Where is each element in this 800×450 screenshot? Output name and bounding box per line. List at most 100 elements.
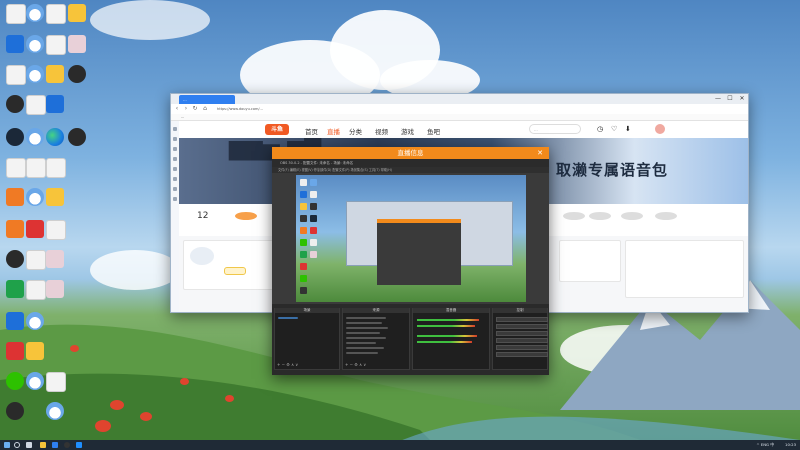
quick-item[interactable] <box>589 212 611 220</box>
nav-video[interactable]: 视频 <box>375 126 388 136</box>
bookmarks-bar[interactable]: ... <box>171 114 748 121</box>
document-icon[interactable] <box>46 35 66 55</box>
game-icon[interactable] <box>46 188 64 206</box>
sources-dock[interactable]: 来源 + − ⚙ ∧ ∨ <box>342 308 410 370</box>
search-icon[interactable] <box>14 442 20 448</box>
wechat-icon[interactable] <box>6 372 24 390</box>
site-search-input[interactable]: ... <box>529 124 581 134</box>
document-icon[interactable] <box>46 4 66 24</box>
nav-home[interactable]: 首页 <box>305 126 318 136</box>
nav-game[interactable]: 游戏 <box>401 126 414 136</box>
refresh-icon[interactable]: ↻ <box>191 105 199 113</box>
browser-tab[interactable]: ... <box>179 95 235 104</box>
task-view-icon[interactable] <box>26 442 32 448</box>
source-item[interactable] <box>346 322 382 324</box>
document-icon[interactable] <box>46 158 66 178</box>
cloud-icon[interactable] <box>26 4 44 22</box>
obs-menubar[interactable]: 文件(F) 编辑(E) 视图(V) 停靠部件(D) 配置文件(P) 场景集合(S… <box>272 167 549 173</box>
sidebar-icon[interactable] <box>173 137 177 141</box>
steam-icon[interactable] <box>6 128 24 146</box>
app-icon[interactable] <box>46 280 64 298</box>
source-toolbar[interactable]: + − ⚙ ∧ ∨ <box>345 362 366 367</box>
sidebar-icon[interactable] <box>173 167 177 171</box>
sidebar-icon[interactable] <box>173 147 177 151</box>
quick-item[interactable] <box>563 212 585 220</box>
nav-category[interactable]: 分类 <box>349 126 362 136</box>
maximize-button[interactable]: ☐ <box>724 94 736 104</box>
start-recording-button[interactable] <box>496 324 548 329</box>
app-icon[interactable] <box>68 35 86 53</box>
recycle-bin-icon[interactable] <box>6 65 26 85</box>
follow-icon[interactable]: ♡ <box>611 125 617 133</box>
qq-icon[interactable] <box>6 250 24 268</box>
start-icon[interactable] <box>4 442 10 448</box>
home-icon[interactable]: ⌂ <box>201 105 209 113</box>
app-icon[interactable] <box>26 95 46 115</box>
site-logo[interactable]: 斗鱼 <box>265 124 289 135</box>
scenes-dock[interactable]: 场景 + − ⚙ ∧ ∨ <box>274 308 340 370</box>
exit-button[interactable] <box>496 352 548 357</box>
source-item[interactable] <box>346 347 384 349</box>
spreadsheet-icon[interactable] <box>26 280 46 300</box>
back-icon[interactable]: ‹ <box>173 105 181 113</box>
app-icon[interactable] <box>6 188 24 206</box>
warning-icon[interactable] <box>46 220 66 240</box>
clock[interactable]: 10:23 <box>785 440 796 450</box>
source-item[interactable] <box>346 337 386 339</box>
settings-button[interactable] <box>496 345 548 350</box>
document-icon[interactable] <box>6 4 26 24</box>
xbox-icon[interactable] <box>68 128 86 146</box>
close-icon[interactable]: ✕ <box>535 147 545 159</box>
cloud-icon[interactable] <box>46 402 64 420</box>
avatar[interactable] <box>655 124 665 134</box>
app-icon[interactable] <box>6 220 24 238</box>
live-card[interactable] <box>559 240 621 282</box>
cloud-icon[interactable] <box>26 65 44 83</box>
document-icon[interactable] <box>46 372 66 392</box>
system-tray[interactable]: ^ ENG 中 <box>756 440 774 450</box>
quick-item[interactable] <box>621 212 643 220</box>
scene-item[interactable] <box>278 317 298 319</box>
cloud-icon[interactable] <box>26 372 44 390</box>
app-icon[interactable] <box>26 342 44 360</box>
cloud-icon[interactable] <box>26 128 44 146</box>
docs-icon[interactable] <box>46 95 64 113</box>
obs-preview-canvas[interactable] <box>296 175 526 302</box>
nav-fishbar[interactable]: 鱼吧 <box>427 126 440 136</box>
sidebar-icon[interactable] <box>173 177 177 181</box>
source-item[interactable] <box>346 317 386 319</box>
cloud-icon[interactable] <box>26 188 44 206</box>
sun-app-icon[interactable] <box>68 4 86 22</box>
app-icon[interactable] <box>26 220 44 238</box>
computer-icon[interactable] <box>6 35 24 53</box>
sidebar-icon[interactable] <box>173 187 177 191</box>
forward-icon[interactable]: › <box>182 105 190 113</box>
app-icon[interactable] <box>6 280 24 298</box>
sidebar-icon[interactable] <box>173 127 177 131</box>
history-icon[interactable]: ◷ <box>597 125 603 133</box>
netease-music-icon[interactable] <box>6 342 24 360</box>
game-icon[interactable] <box>68 65 86 83</box>
close-button[interactable]: ✕ <box>736 94 748 104</box>
cloud-icon[interactable] <box>26 312 44 330</box>
source-item[interactable] <box>346 332 380 334</box>
document-icon[interactable] <box>26 250 46 270</box>
source-item[interactable] <box>346 342 376 344</box>
app-icon[interactable] <box>46 250 64 268</box>
source-item[interactable] <box>346 352 378 354</box>
obs-icon[interactable] <box>6 95 24 113</box>
studio-mode-button[interactable] <box>496 338 548 343</box>
sidebar-icon[interactable] <box>173 157 177 161</box>
minimize-button[interactable]: — <box>712 94 724 104</box>
browser-taskbar-icon[interactable] <box>52 442 58 448</box>
document-icon[interactable] <box>6 158 26 178</box>
quick-item[interactable] <box>655 212 677 220</box>
app-taskbar-icon[interactable] <box>76 442 82 448</box>
sidebar-icon[interactable] <box>173 197 177 201</box>
file-explorer-icon[interactable] <box>40 442 46 448</box>
live-card[interactable] <box>183 240 275 290</box>
cloud-icon[interactable] <box>26 35 44 53</box>
quick-item[interactable] <box>235 212 257 220</box>
nav-live[interactable]: 直播 <box>327 126 340 136</box>
document-icon[interactable] <box>26 158 46 178</box>
